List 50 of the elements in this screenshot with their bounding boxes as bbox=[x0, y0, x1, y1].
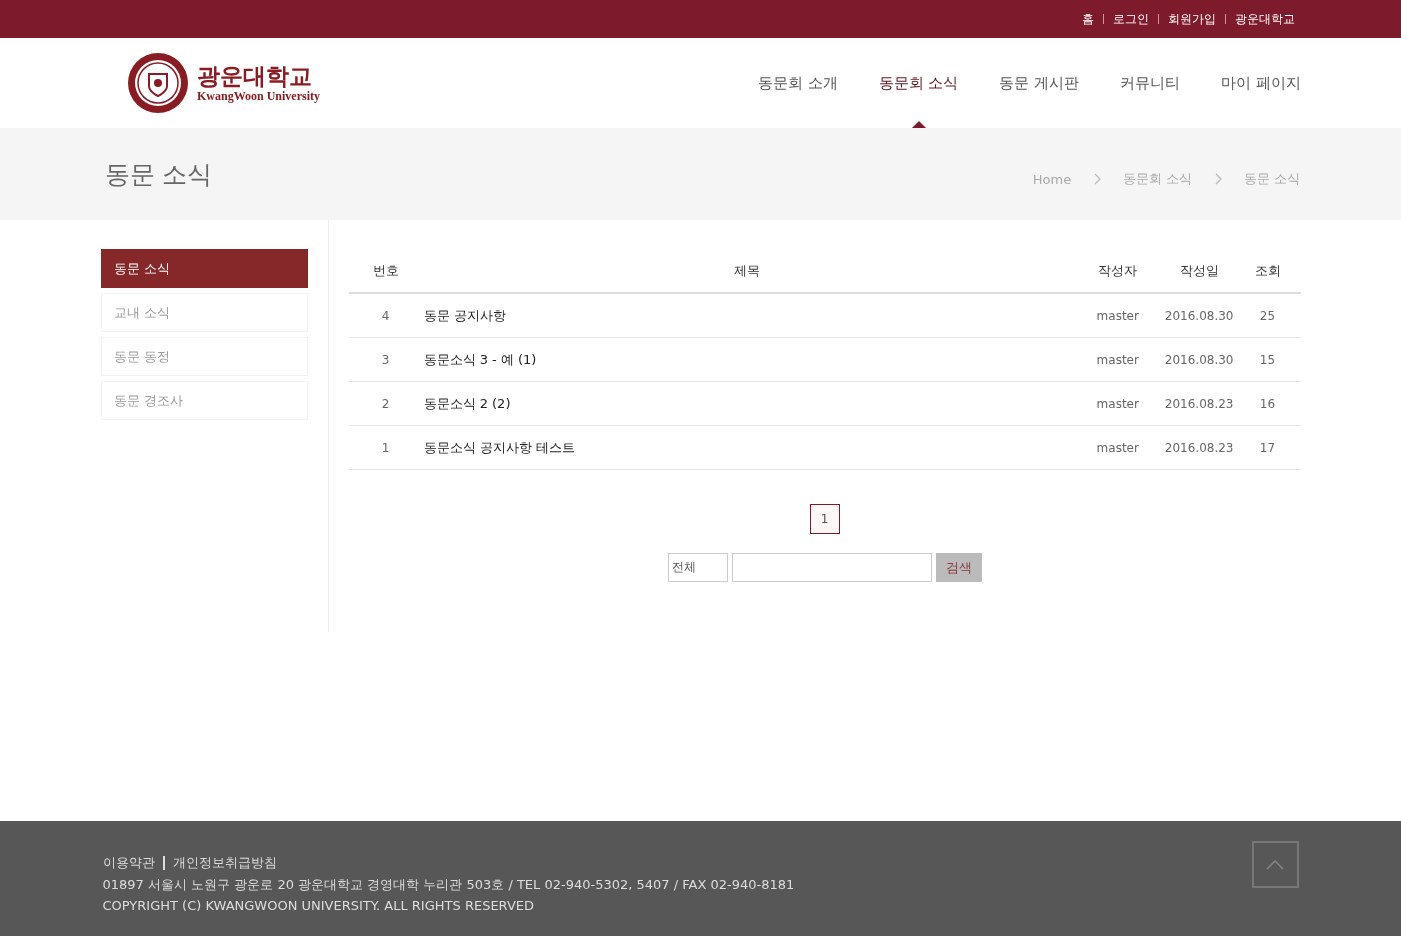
logo-english-name[interactable]: KwangWoon University bbox=[197, 88, 320, 104]
sidebar-item[interactable]: 동문 소식 bbox=[100, 249, 308, 288]
table-cell: master bbox=[1071, 425, 1164, 470]
chevron-right-icon bbox=[1214, 173, 1223, 185]
top-link[interactable]: 홈 bbox=[1082, 10, 1094, 28]
search-field[interactable] bbox=[731, 553, 932, 582]
column-header: 작성자 bbox=[1071, 249, 1164, 293]
search-scope-select[interactable]: 전체 bbox=[667, 553, 728, 582]
top-link[interactable]: 회원가입 bbox=[1168, 10, 1216, 28]
table-cell: master bbox=[1071, 337, 1164, 382]
search-button[interactable]: 검색 bbox=[935, 553, 982, 582]
address-text: 01897 서울시 노원구 광운로 20 광운대학교 경영대학 누리관 503호 / TEL 02-940-5302, 5407 / FAX 02-940-8181 bbox=[102, 876, 795, 894]
table-cell: 17 bbox=[1234, 425, 1301, 470]
column-header: 번호 bbox=[348, 249, 423, 293]
chevron-up-icon bbox=[1266, 859, 1284, 870]
column-header: 제목 bbox=[422, 249, 1072, 293]
table-cell: 25 bbox=[1234, 293, 1301, 338]
top-link[interactable]: 로그인 bbox=[1113, 10, 1149, 28]
post-title-link[interactable]: 동문 공지사항 bbox=[422, 293, 1072, 338]
table-cell: 3 bbox=[348, 337, 423, 382]
nav-tab[interactable]: 커뮤니티 bbox=[1120, 38, 1181, 128]
post-title-link[interactable]: 동문소식 3 - 예 (1) bbox=[422, 337, 1072, 382]
page-title: 동문 소식 bbox=[104, 158, 213, 191]
footer-link[interactable]: 개인정보취급방침 bbox=[172, 854, 277, 872]
post-title-link[interactable]: 동문소식 공지사항 테스트 bbox=[422, 425, 1072, 470]
table-cell: 16 bbox=[1234, 381, 1301, 426]
chevron-right-icon bbox=[1093, 173, 1102, 185]
table-cell: master bbox=[1071, 381, 1164, 426]
column-header: 조회 bbox=[1234, 249, 1301, 293]
table-cell: master bbox=[1071, 293, 1164, 338]
column-header: 작성일 bbox=[1163, 249, 1235, 293]
post-title-link[interactable]: 동문소식 2 (2) bbox=[422, 381, 1072, 426]
footer-link[interactable]: 이용약관 bbox=[102, 854, 155, 872]
nav-tab[interactable]: 마이 페이지 bbox=[1221, 38, 1301, 128]
nav-tab[interactable]: 동문 게시판 bbox=[999, 38, 1080, 128]
table-cell: 2 bbox=[348, 381, 423, 426]
table-cell: 2016.08.23 bbox=[1163, 425, 1235, 470]
table-cell: 4 bbox=[348, 293, 423, 338]
university-seal-icon[interactable] bbox=[127, 52, 189, 114]
table-cell: 2016.08.30 bbox=[1163, 293, 1235, 338]
table-cell: 2016.08.30 bbox=[1163, 337, 1235, 382]
table-cell: 2016.08.23 bbox=[1163, 381, 1235, 426]
scroll-to-top-button[interactable] bbox=[1251, 841, 1299, 888]
top-link[interactable]: 광운대학교 bbox=[1235, 10, 1295, 28]
table-cell: 1 bbox=[348, 425, 423, 470]
table-cell: 15 bbox=[1234, 337, 1301, 382]
nav-tab[interactable]: 동문회 소개 bbox=[757, 38, 838, 128]
copyright-text: COPYRIGHT (C) KWANGWOON UNIVERSITY. ALL RIGHTS RESERVED bbox=[102, 898, 536, 913]
logo-korean-name[interactable]: 광운대학교 bbox=[197, 62, 320, 89]
page-button[interactable]: 1 bbox=[809, 504, 840, 534]
